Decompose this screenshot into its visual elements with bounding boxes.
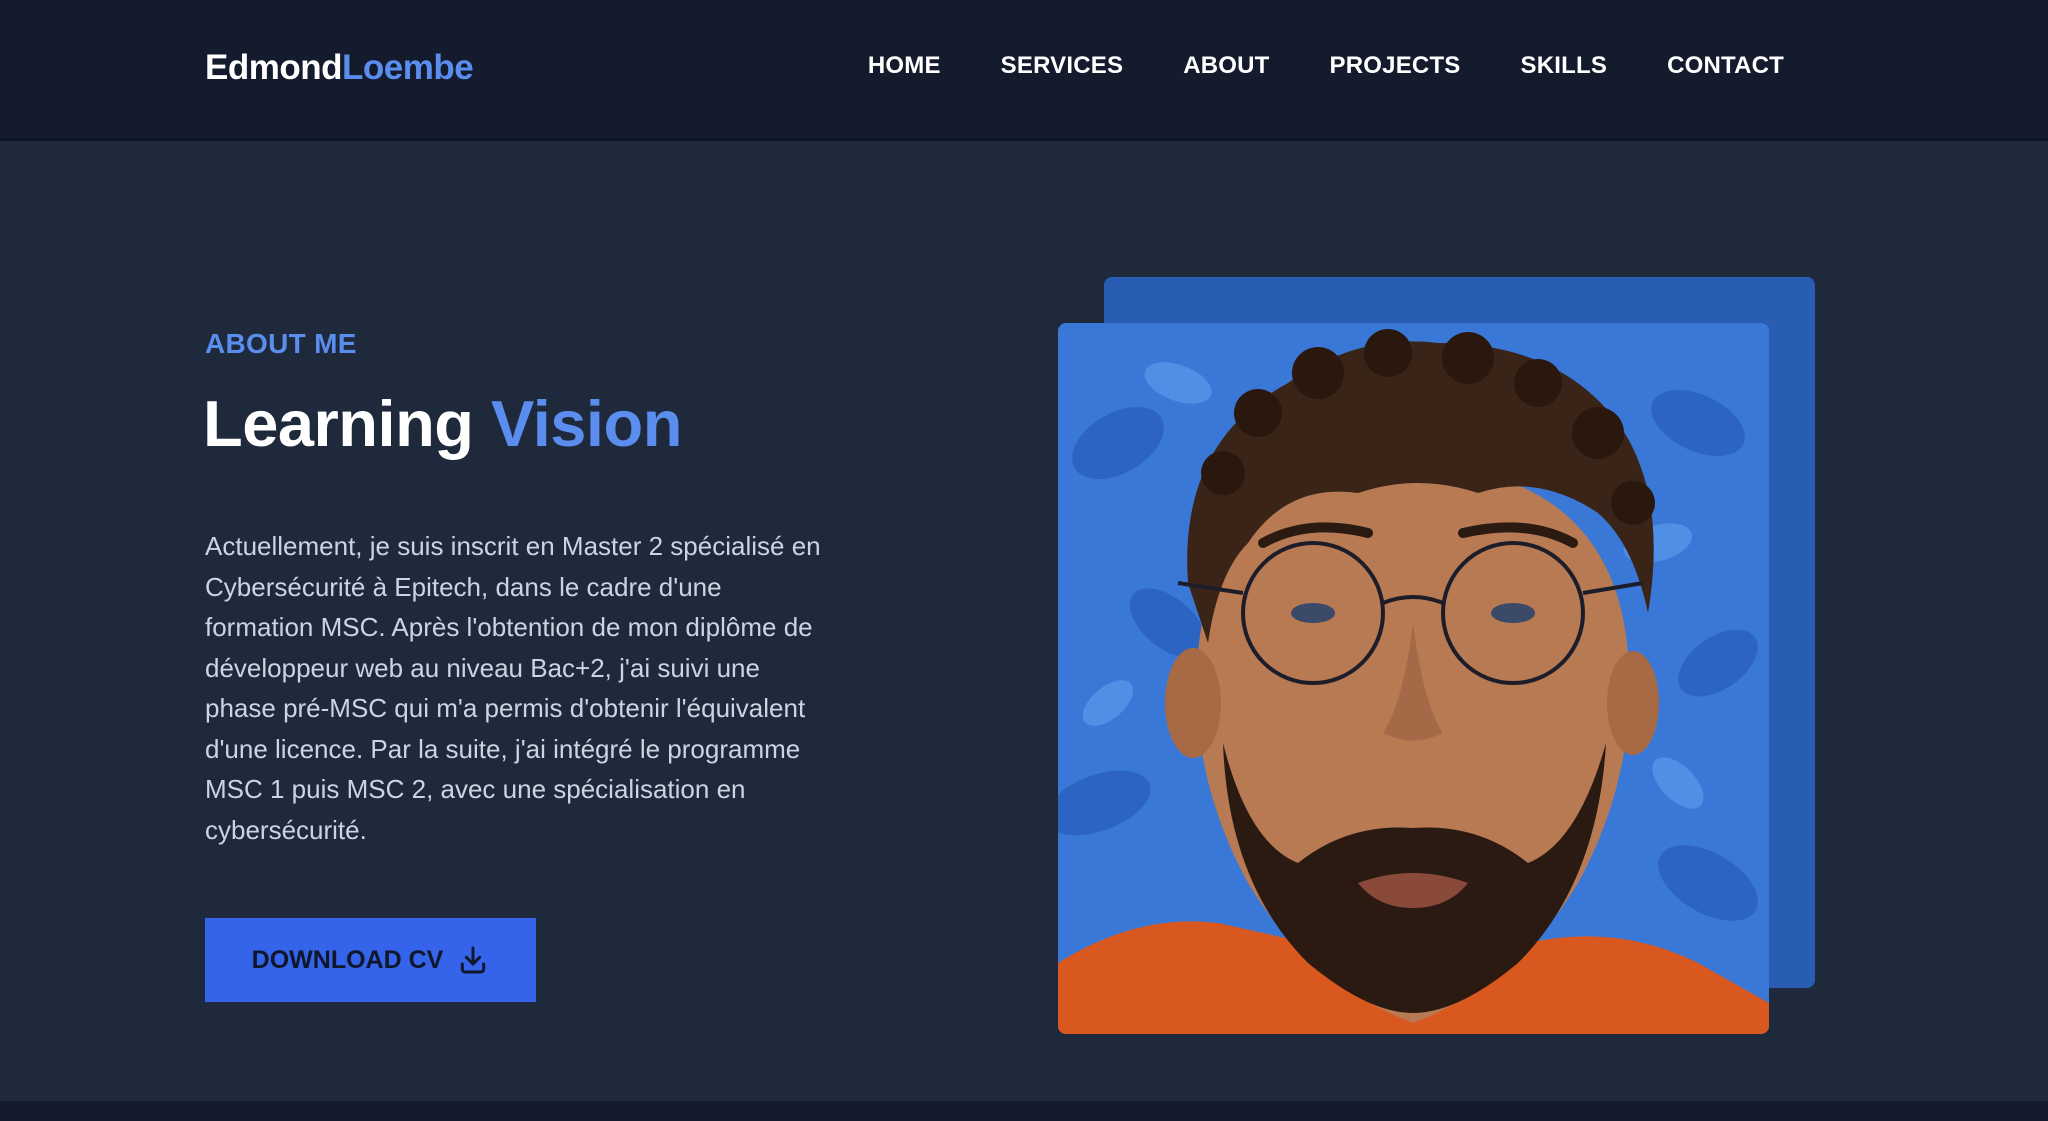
nav-skills[interactable]: SKILLS — [1521, 52, 1608, 80]
download-cv-label: DOWNLOAD CV — [251, 945, 444, 974]
nav-about[interactable]: ABOUT — [1183, 52, 1269, 80]
nav-home[interactable]: HOME — [868, 52, 941, 80]
section-title: Learning Vision — [203, 386, 682, 461]
about-description: Actuellement, je suis inscrit en Master … — [205, 531, 821, 845]
title-main: Learning — [203, 387, 474, 460]
title-accent: Vision — [491, 387, 682, 460]
download-icon — [457, 944, 489, 976]
nav-contact[interactable]: CONTACT — [1667, 52, 1784, 80]
navbar: Edmond Loembe HOME SERVICES ABOUT PROJECT… — [0, 0, 2048, 141]
logo-last-name: Loembe — [341, 48, 474, 87]
nav-services[interactable]: SERVICES — [1001, 52, 1124, 80]
logo[interactable]: Edmond Loembe — [205, 48, 474, 88]
profile-photo — [1058, 323, 1769, 1034]
next-section-edge — [0, 1101, 2048, 1121]
nav-projects[interactable]: PROJECTS — [1330, 52, 1461, 80]
download-cv-button[interactable]: DOWNLOAD CV — [205, 918, 536, 1002]
section-eyebrow: ABOUT ME — [205, 328, 357, 359]
logo-first-name: Edmond — [205, 48, 342, 87]
main-nav: HOME SERVICES ABOUT PROJECTS SKILLS CONT… — [868, 52, 1784, 80]
